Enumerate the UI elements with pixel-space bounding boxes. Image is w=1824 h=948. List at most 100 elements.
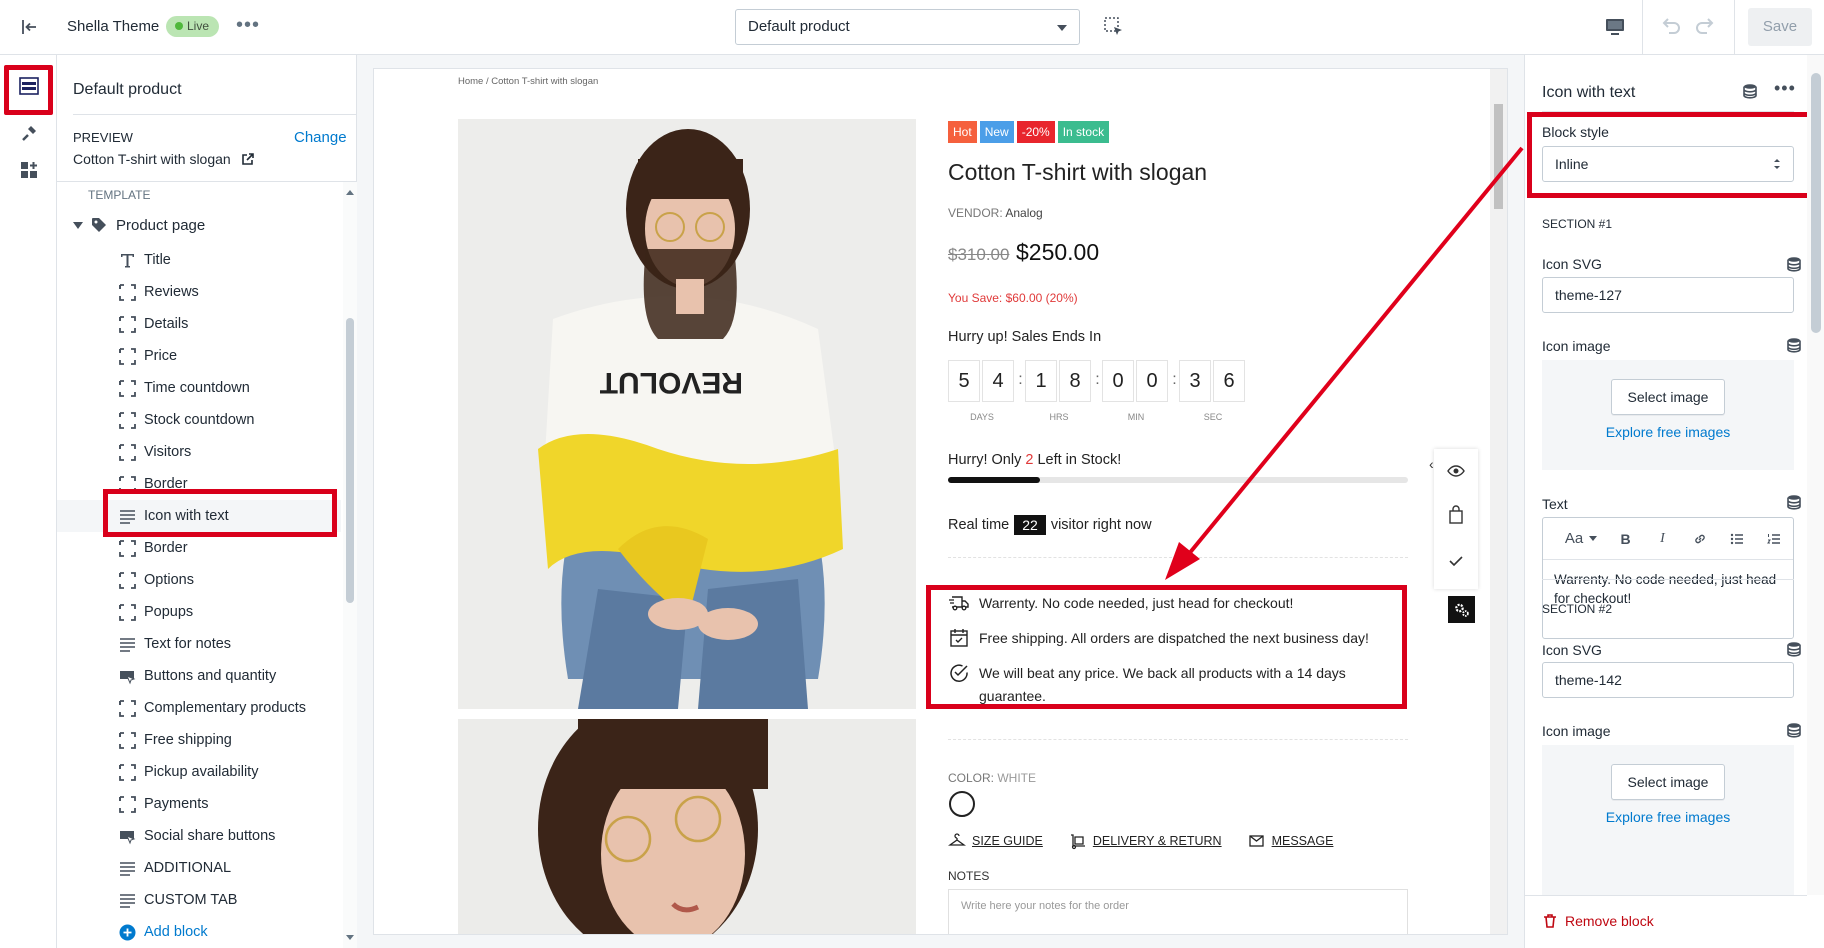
badge-new: New xyxy=(979,121,1014,143)
scrollbar-thumb[interactable] xyxy=(1811,73,1821,333)
sidebar-item-label: Social share buttons xyxy=(144,828,276,844)
sidebar-item-details[interactable]: Details xyxy=(57,308,341,340)
sidebar-item-stock-countdown[interactable]: Stock countdown xyxy=(57,404,341,436)
divider xyxy=(1542,579,1794,580)
sidebar-item-text-for-notes[interactable]: Text for notes xyxy=(57,628,341,660)
sidebar-item-popups[interactable]: Popups xyxy=(57,596,341,628)
block-more-actions-button[interactable]: ••• xyxy=(1774,78,1796,99)
link-icon[interactable] xyxy=(1681,532,1718,546)
sidebar-scrollbar[interactable] xyxy=(343,182,357,948)
sidebar-item-title[interactable]: Title xyxy=(57,244,341,276)
sidebar-item-label: Visitors xyxy=(144,444,192,460)
countdown-digit: 5 xyxy=(948,360,980,402)
theme-settings-icon[interactable] xyxy=(14,118,44,148)
sidebar-item-price[interactable]: Price xyxy=(57,340,341,372)
remove-block-button[interactable]: Remove block xyxy=(1565,913,1654,929)
product-image-main[interactable]: REVOLUT xyxy=(458,119,916,709)
product-page-section[interactable]: Product page xyxy=(73,213,205,237)
settings-gears-icon[interactable] xyxy=(1448,596,1475,623)
size-guide-link[interactable]: SIZE GUIDE xyxy=(948,832,1043,850)
dynamic-source-icon[interactable] xyxy=(1786,641,1802,657)
dynamic-source-icon[interactable] xyxy=(1786,722,1802,738)
sidebar-item-reviews[interactable]: Reviews xyxy=(57,276,341,308)
highlight-box xyxy=(103,489,337,537)
rich-text-editor[interactable]: Aa B I Warrenty. No code needed, just he… xyxy=(1542,517,1794,639)
settings-scrollbar[interactable] xyxy=(1807,55,1824,895)
explore-free-images-link[interactable]: Explore free images xyxy=(1542,809,1794,825)
sidebar-item-complementary-products[interactable]: Complementary products xyxy=(57,692,341,724)
message-link[interactable]: MESSAGE xyxy=(1248,832,1333,850)
check-icon[interactable] xyxy=(1446,551,1466,571)
bag-icon[interactable] xyxy=(1446,505,1466,525)
top-bar: Shella Theme Live ••• Default product Sa… xyxy=(0,0,1824,55)
dynamic-source-icon[interactable] xyxy=(1786,337,1802,353)
scroll-down-icon[interactable] xyxy=(346,935,354,940)
add-block-button[interactable]: Add block xyxy=(57,916,341,948)
sidebar-item-label: ADDITIONAL xyxy=(144,860,232,876)
countdown-unit: DAYS xyxy=(970,412,994,422)
exit-icon[interactable] xyxy=(14,12,44,42)
page-template-select[interactable]: Default product xyxy=(735,9,1080,45)
sidebar-item-social-share-buttons[interactable]: Social share buttons xyxy=(57,820,341,852)
undo-icon[interactable] xyxy=(1657,14,1683,40)
color-swatch-white[interactable] xyxy=(949,791,975,817)
sidebar-item-visitors[interactable]: Visitors xyxy=(57,436,341,468)
explore-free-images-link[interactable]: Explore free images xyxy=(1542,424,1794,440)
change-preview-link[interactable]: Change xyxy=(294,129,347,146)
eye-icon[interactable] xyxy=(1446,461,1466,481)
chevron-left-icon[interactable]: ‹ xyxy=(1429,456,1434,472)
text-style-icon[interactable]: Aa xyxy=(1555,530,1607,547)
sidebar-item-label: Pickup availability xyxy=(144,764,259,780)
bullet-list-icon[interactable] xyxy=(1718,532,1755,546)
sidebar-item-additional[interactable]: ADDITIONAL xyxy=(57,852,341,884)
select-image-button[interactable]: Select image xyxy=(1611,764,1725,800)
apps-icon[interactable] xyxy=(14,155,44,185)
breadcrumb[interactable]: Home / Cotton T-shirt with slogan xyxy=(458,76,598,87)
notes-textarea[interactable]: Write here your notes for the order xyxy=(948,889,1408,934)
block-icon xyxy=(119,444,136,461)
trash-icon[interactable] xyxy=(1542,913,1558,929)
stock-progress-bar xyxy=(948,477,1408,483)
sidebar-item-buttons-and-quantity[interactable]: Buttons and quantity xyxy=(57,660,341,692)
dynamic-source-icon[interactable] xyxy=(1786,256,1802,272)
highlight-box xyxy=(926,585,1407,709)
numbered-list-icon[interactable] xyxy=(1755,532,1792,546)
delivery-return-link[interactable]: DELIVERY & RETURN xyxy=(1069,832,1222,850)
bold-icon[interactable]: B xyxy=(1607,531,1644,547)
sidebar-item-free-shipping[interactable]: Free shipping xyxy=(57,724,341,756)
sidebar-item-custom-tab[interactable]: CUSTOM TAB xyxy=(57,884,341,916)
badge-20: -20% xyxy=(1016,121,1055,143)
sidebar-item-time-countdown[interactable]: Time countdown xyxy=(57,372,341,404)
scrollbar-thumb[interactable] xyxy=(1494,104,1503,209)
block-icon xyxy=(119,764,136,781)
sidebar-item-label: Payments xyxy=(144,796,209,812)
color-value: WHITE xyxy=(997,771,1037,785)
dynamic-source-icon[interactable] xyxy=(1786,494,1802,510)
plus-circle-icon xyxy=(119,924,136,941)
redo-icon[interactable] xyxy=(1693,14,1719,40)
countdown-sec: 3 6 SEC xyxy=(1179,360,1247,422)
icon-svg-input[interactable]: theme-142 xyxy=(1542,662,1794,698)
dynamic-source-icon[interactable] xyxy=(1742,83,1758,99)
italic-icon[interactable]: I xyxy=(1644,531,1681,547)
preview-scrollbar[interactable] xyxy=(1490,69,1507,934)
inspector-icon[interactable] xyxy=(1102,15,1126,39)
block-icon xyxy=(119,348,136,365)
vendor-value[interactable]: Analog xyxy=(1005,206,1042,220)
external-link-icon[interactable] xyxy=(241,152,255,166)
desktop-view-icon[interactable] xyxy=(1602,14,1628,40)
select-image-button[interactable]: Select image xyxy=(1611,379,1725,415)
scroll-up-icon[interactable] xyxy=(346,190,354,195)
sidebar-item-options[interactable]: Options xyxy=(57,564,341,596)
sidebar-item-pickup-availability[interactable]: Pickup availability xyxy=(57,756,341,788)
countdown-unit: SEC xyxy=(1203,412,1223,422)
product-image-secondary[interactable] xyxy=(458,719,916,934)
countdown-days: 5 4 DAYS xyxy=(948,360,1016,422)
sidebar-item-payments[interactable]: Payments xyxy=(57,788,341,820)
scrollbar-thumb[interactable] xyxy=(346,318,354,603)
icon-svg-input[interactable]: theme-127 xyxy=(1542,277,1794,313)
text-lines-icon xyxy=(119,860,136,877)
more-actions-button[interactable]: ••• xyxy=(236,14,260,37)
visitors-counter: Real time 22 visitor right now xyxy=(948,515,1152,535)
save-button[interactable]: Save xyxy=(1748,8,1812,46)
